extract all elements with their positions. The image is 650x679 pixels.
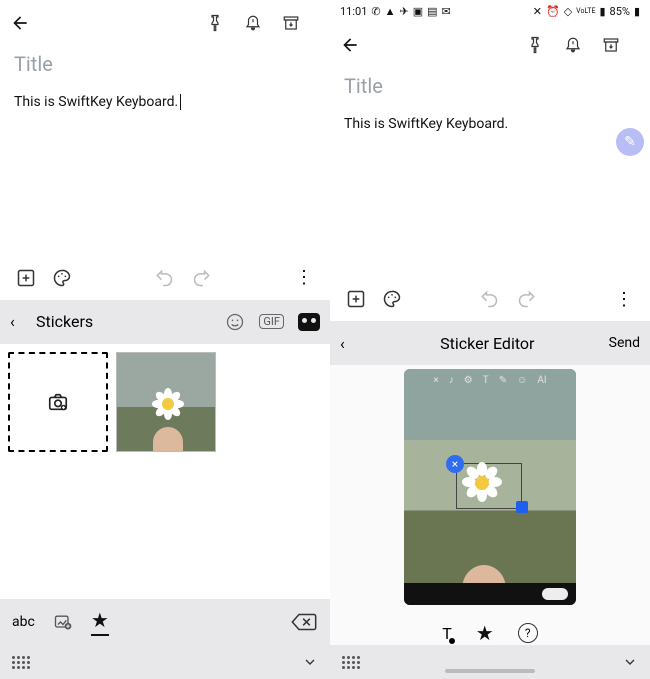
sticker-thumbnail[interactable]: [116, 352, 216, 452]
pin-icon[interactable]: [526, 36, 564, 54]
keyboard-switch-icon[interactable]: [342, 656, 360, 669]
add-button[interactable]: [338, 289, 374, 309]
note-body[interactable]: This is SwiftKey Keyboard.: [14, 94, 316, 110]
hand-shape: [153, 427, 183, 452]
tool-close-icon[interactable]: ×: [433, 375, 438, 386]
tool-draw-icon[interactable]: ✎: [499, 375, 507, 386]
add-button[interactable]: [8, 268, 44, 288]
keyboard-switch-icon[interactable]: [12, 656, 30, 669]
daisy-icon: [155, 391, 181, 417]
telegram-icon: ✈: [400, 5, 409, 18]
reminder-icon[interactable]: [244, 14, 282, 32]
gif-icon[interactable]: GIF: [259, 314, 284, 329]
sticker-mask-icon[interactable]: [298, 313, 320, 331]
collapse-icon[interactable]: [302, 654, 318, 670]
home-indicator: [445, 669, 535, 673]
tool-adjust-icon[interactable]: ⚙: [464, 375, 473, 386]
stickers-heading: Stickers: [36, 312, 93, 331]
collapse-icon[interactable]: [622, 654, 638, 670]
daisy-sticker[interactable]: [464, 465, 500, 501]
signal-icon: ▮: [599, 5, 605, 18]
alarm-icon: ⏰: [546, 5, 560, 18]
editor-back-button[interactable]: ‹: [340, 334, 366, 353]
tool-ai-icon[interactable]: AI: [537, 375, 546, 386]
done-pill[interactable]: [542, 588, 568, 600]
title-field[interactable]: Title: [14, 52, 316, 76]
note-body[interactable]: This is SwiftKey Keyboard.: [344, 116, 636, 132]
redo-button[interactable]: [192, 268, 212, 288]
message-icon: ▣: [413, 5, 423, 18]
resize-handle[interactable]: [516, 501, 528, 513]
backspace-button[interactable]: [290, 612, 318, 632]
text-tool-icon[interactable]: T: [442, 624, 452, 643]
archive-icon[interactable]: [602, 36, 640, 54]
body-text: This is SwiftKey Keyboard.: [14, 94, 178, 110]
mute-icon: ✕: [533, 5, 542, 18]
battery-icon: ▮: [634, 5, 640, 18]
stickers-back-button[interactable]: ‹: [10, 312, 36, 331]
editor-heading: Sticker Editor: [366, 334, 609, 353]
tool-text-icon[interactable]: T: [483, 375, 489, 386]
tool-sticker-icon[interactable]: ☺: [517, 375, 527, 386]
text-cursor: [180, 94, 181, 110]
status-time: 11:01: [340, 5, 367, 18]
favorites-tab[interactable]: ★: [91, 608, 109, 636]
notif-icon: ▤: [427, 5, 437, 18]
battery-text: 85%: [610, 5, 630, 18]
whatsapp-icon: ✆: [371, 5, 380, 18]
tool-crop-icon[interactable]: ♪: [449, 375, 454, 386]
abc-button[interactable]: abc: [12, 614, 35, 630]
reminder-icon[interactable]: [564, 36, 602, 54]
pin-icon[interactable]: [206, 14, 244, 32]
more-button[interactable]: ⋮: [286, 267, 322, 288]
redo-button[interactable]: [517, 289, 537, 309]
send-button[interactable]: Send: [609, 335, 640, 351]
add-sticker-camera[interactable]: [8, 352, 108, 452]
camera-icon: [47, 391, 69, 413]
undo-button[interactable]: [479, 289, 499, 309]
canvas-bottom-bar: [404, 583, 576, 605]
volte-icon: VoLTE: [576, 7, 595, 15]
more-button[interactable]: ⋮: [606, 289, 642, 310]
emoji-icon[interactable]: [225, 312, 245, 332]
body-text: This is SwiftKey Keyboard.: [344, 116, 508, 132]
delete-handle[interactable]: ×: [446, 455, 464, 473]
archive-icon[interactable]: [282, 14, 320, 32]
edit-fab[interactable]: ✎: [616, 128, 644, 156]
wifi-icon: ◇: [564, 5, 572, 18]
back-button[interactable]: [340, 35, 360, 55]
palette-button[interactable]: [374, 289, 410, 309]
title-field[interactable]: Title: [344, 74, 636, 98]
sticker-canvas[interactable]: × ♪ ⚙ T ✎ ☺ AI ×: [404, 369, 576, 605]
mail-icon: ✉: [442, 5, 451, 18]
palette-button[interactable]: [44, 268, 80, 288]
favorites-tab[interactable]: ★: [476, 621, 494, 645]
undo-button[interactable]: [154, 268, 174, 288]
cloud-icon: ▲: [385, 5, 396, 18]
image-add-icon[interactable]: [53, 612, 73, 632]
help-button[interactable]: ?: [518, 623, 538, 643]
editor-toolstrip[interactable]: × ♪ ⚙ T ✎ ☺ AI: [404, 375, 576, 386]
back-button[interactable]: [10, 13, 30, 33]
